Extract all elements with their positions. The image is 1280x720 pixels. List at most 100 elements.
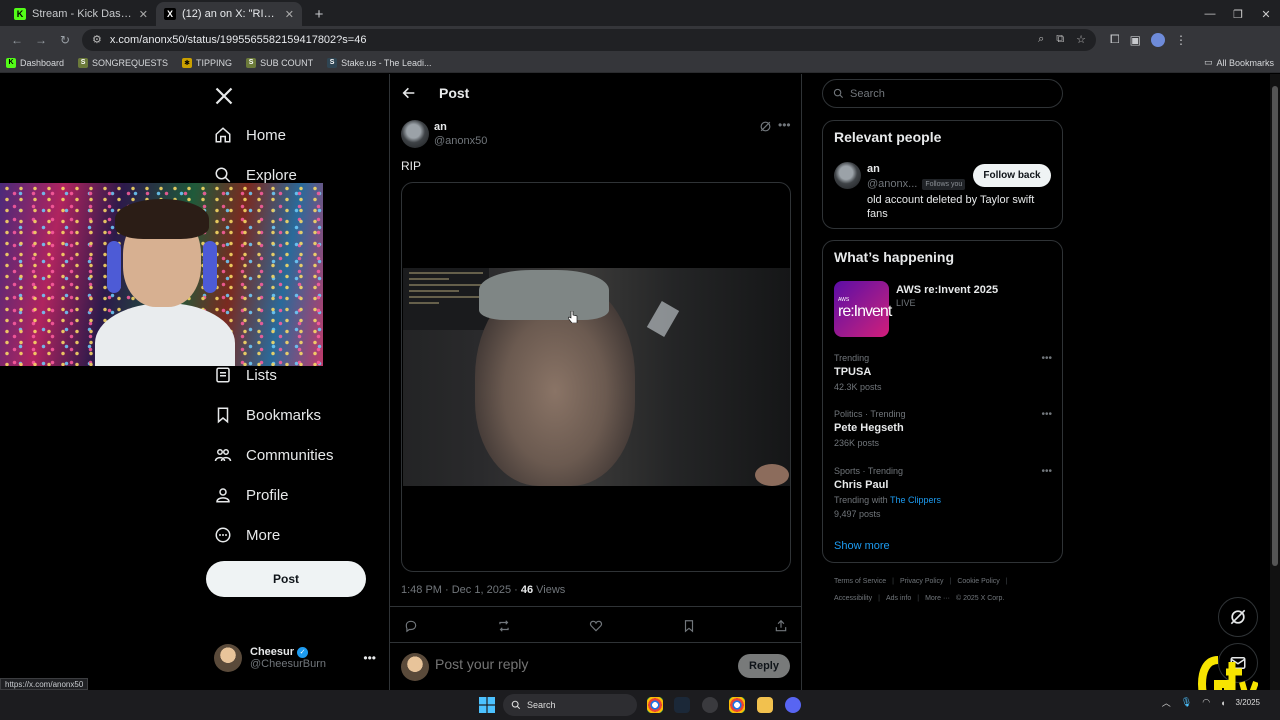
- footer-link[interactable]: Privacy Policy: [900, 578, 944, 585]
- x-icon: X: [164, 8, 176, 20]
- site-info-icon[interactable]: ⚙: [92, 33, 102, 46]
- close-window-icon[interactable]: ✕: [1252, 2, 1280, 26]
- tab-close-icon[interactable]: ✕: [285, 8, 294, 21]
- search-input[interactable]: Search: [822, 79, 1063, 108]
- nav-profile[interactable]: Profile: [214, 486, 289, 504]
- reply-icon[interactable]: [404, 619, 418, 633]
- post-more-icon[interactable]: •••: [778, 118, 791, 132]
- nav-more[interactable]: More: [214, 526, 280, 544]
- nav-lists[interactable]: Lists: [214, 366, 277, 384]
- obs-icon[interactable]: [702, 697, 718, 713]
- verified-badge-icon: ✓: [297, 646, 309, 658]
- nav-explore[interactable]: Explore: [214, 166, 297, 184]
- footer-link[interactable]: Ads info: [886, 595, 911, 602]
- profile-icon: [214, 486, 232, 504]
- bookmark-sub-count[interactable]: S SUB COUNT: [246, 57, 313, 68]
- volume-icon[interactable]: ◖: [1220, 698, 1225, 708]
- microphone-icon[interactable]: 🎙: [1181, 697, 1192, 708]
- bookmark-dashboard[interactable]: K Dashboard: [6, 57, 64, 68]
- tab-kick-dashboard[interactable]: K Stream - Kick Dashboard ✕: [6, 2, 156, 26]
- sidebar-icon[interactable]: ▣: [1130, 33, 1141, 47]
- clock[interactable]: 3/2025: [1236, 698, 1260, 707]
- chrome-icon[interactable]: [729, 697, 745, 713]
- trend-item[interactable]: Sports · Trending Chris Paul Trending wi…: [834, 466, 1052, 519]
- bookmark-star-icon[interactable]: ☆: [1076, 33, 1086, 46]
- back-icon[interactable]: ←: [6, 29, 28, 51]
- install-icon[interactable]: ⧉: [1056, 33, 1064, 46]
- author-handle[interactable]: @anonx50: [434, 135, 487, 147]
- kick-icon: K: [6, 57, 16, 68]
- like-icon[interactable]: [589, 619, 603, 633]
- profile-avatar-icon[interactable]: [1150, 32, 1165, 47]
- new-tab-button[interactable]: +: [308, 2, 330, 26]
- taskbar-search[interactable]: Search: [503, 694, 637, 716]
- trend-item[interactable]: Politics · Trending Pete Hegseth 236K po…: [834, 409, 1052, 448]
- footer-link[interactable]: Terms of Service: [834, 578, 886, 585]
- kick-icon: K: [14, 8, 26, 20]
- x-logo-icon[interactable]: [214, 86, 234, 106]
- streamer-figure: [95, 199, 235, 366]
- minimize-icon[interactable]: —: [1196, 2, 1224, 26]
- extensions-icon[interactable]: ⧠: [1110, 32, 1120, 47]
- reply-input[interactable]: [435, 656, 725, 672]
- avatar[interactable]: [834, 162, 861, 189]
- trend-more-icon[interactable]: •••: [1041, 409, 1052, 420]
- reply-button[interactable]: Reply: [738, 654, 790, 678]
- footer-links: Accessibility | Ads info | More ··· © 2025…: [834, 595, 1005, 602]
- follow-back-button[interactable]: Follow back: [973, 164, 1051, 187]
- trend-item[interactable]: Trending TPUSA 42.3K posts •••: [834, 353, 1052, 392]
- back-arrow-icon[interactable]: [401, 85, 417, 101]
- all-bookmarks[interactable]: ▭ All Bookmarks: [1204, 57, 1274, 68]
- bookmark-stake[interactable]: S Stake.us - The Leadi...: [327, 57, 431, 68]
- menu-icon[interactable]: ⋮: [1175, 33, 1187, 47]
- author-name[interactable]: an: [434, 121, 447, 133]
- event-title[interactable]: AWS re:Invent 2025: [896, 284, 998, 296]
- grok-float-button[interactable]: [1218, 597, 1258, 637]
- nav-bookmarks[interactable]: Bookmarks: [214, 406, 321, 424]
- trend-link[interactable]: The Clippers: [890, 495, 941, 505]
- tab-x-post[interactable]: X (12) an on X: "RIP https://t.co/d ✕: [156, 2, 302, 26]
- trend-more-icon[interactable]: •••: [1041, 466, 1052, 477]
- event-thumbnail[interactable]: AWS re:Invent: [834, 281, 892, 337]
- nav-home[interactable]: Home: [214, 126, 286, 144]
- restore-icon[interactable]: ❐: [1224, 2, 1252, 26]
- share-icon[interactable]: [774, 619, 788, 633]
- repost-icon[interactable]: [497, 619, 511, 633]
- post-actions: [401, 616, 791, 636]
- more-circle-icon: [214, 526, 232, 544]
- nav-communities[interactable]: Communities: [214, 446, 334, 464]
- system-tray: ︿ 🎙 ◠ ◖ 3/2025: [1162, 696, 1260, 709]
- post-button[interactable]: Post: [206, 561, 366, 597]
- account-switcher[interactable]: Cheesur ✓ @CheesurBurn •••: [214, 644, 376, 672]
- url-bar[interactable]: ⚙ x.com/anonx50/status/19955655821594178…: [82, 28, 1096, 51]
- more-icon[interactable]: •••: [363, 651, 376, 665]
- chevron-up-icon[interactable]: ︿: [1162, 696, 1171, 709]
- footer-link[interactable]: Accessibility: [834, 595, 872, 602]
- tab-close-icon[interactable]: ✕: [139, 8, 148, 21]
- footer-link[interactable]: Cookie Policy: [957, 578, 999, 585]
- forward-icon[interactable]: →: [30, 29, 52, 51]
- search-icon: [511, 700, 521, 710]
- person-name[interactable]: an: [867, 163, 880, 175]
- file-explorer-icon[interactable]: [757, 697, 773, 713]
- author-avatar[interactable]: [401, 120, 429, 148]
- browser-tab-strip: K Stream - Kick Dashboard ✕ X (12) an on…: [0, 0, 1280, 26]
- bookmark-icon[interactable]: [682, 619, 696, 633]
- reload-icon[interactable]: ↻: [54, 29, 76, 51]
- folder-icon: ▭: [1203, 57, 1213, 67]
- footer-link[interactable]: More ···: [925, 595, 950, 602]
- grok-icon[interactable]: [759, 120, 772, 133]
- discord-icon[interactable]: [785, 697, 801, 713]
- bookmark-songrequests[interactable]: S SONGREQUESTS: [78, 57, 168, 68]
- page-scrollbar[interactable]: [1270, 74, 1280, 690]
- zoom-icon[interactable]: ⌕: [1038, 33, 1044, 46]
- video-player[interactable]: [403, 268, 790, 486]
- wifi-icon[interactable]: ◠: [1202, 697, 1210, 708]
- steam-icon[interactable]: [674, 697, 690, 713]
- windows-start-icon[interactable]: [479, 697, 495, 713]
- bookmark-tipping[interactable]: ✱ TIPPING: [182, 57, 232, 68]
- trend-more-icon[interactable]: •••: [1041, 353, 1052, 364]
- show-more-link[interactable]: Show more: [834, 540, 890, 552]
- post-media[interactable]: [401, 182, 791, 572]
- chrome-icon[interactable]: [647, 697, 663, 713]
